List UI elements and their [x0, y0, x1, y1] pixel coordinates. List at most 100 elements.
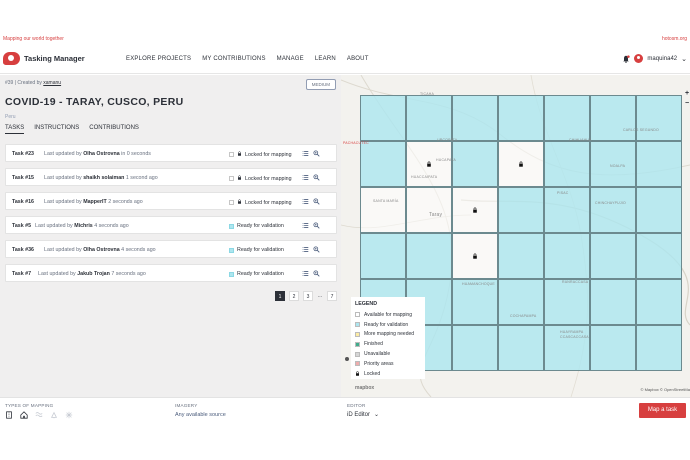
user-avatar[interactable] [634, 54, 644, 63]
task-cell[interactable] [544, 141, 590, 187]
zoom-to-task-icon[interactable] [313, 222, 320, 229]
task-cell[interactable] [406, 187, 452, 233]
roads-icon [6, 411, 12, 419]
username[interactable]: maquina42 [647, 56, 677, 62]
nav-explore-projects[interactable]: EXPLORE PROJECTS [126, 56, 191, 62]
task-cell[interactable] [544, 95, 590, 141]
task-user[interactable]: Jakub Trojan [77, 271, 110, 277]
task-cell[interactable] [406, 95, 452, 141]
hot-logo-icon [3, 52, 20, 65]
task-cell[interactable] [590, 279, 636, 325]
task-user[interactable]: shaikh solaiman [83, 175, 124, 181]
zoom-in-button[interactable]: + [685, 89, 690, 99]
task-cell[interactable] [590, 325, 636, 371]
editor-select[interactable]: iD Editor ⌄ [347, 411, 379, 419]
task-user[interactable]: Olha Ostrovna [83, 151, 120, 157]
map-legend: LEGEND Available for mapping Ready for va… [351, 297, 425, 379]
task-cell[interactable] [544, 233, 590, 279]
task-cell[interactable] [406, 233, 452, 279]
task-cell[interactable] [590, 233, 636, 279]
hotosm-link[interactable]: hotosm.org [662, 36, 687, 42]
author-link[interactable]: xamanu [43, 80, 61, 86]
task-cell[interactable] [498, 187, 544, 233]
zoom-out-button[interactable]: − [685, 99, 690, 109]
task-row[interactable]: Task #36 Last updated by Olha Ostrovna 4 … [5, 240, 337, 258]
list-icon[interactable] [302, 150, 309, 157]
task-row[interactable]: Task #7 Last updated by Jakub Trojan 7 se… [5, 264, 337, 282]
task-id[interactable]: Task #5 [12, 223, 31, 229]
task-id[interactable]: Task #15 [12, 175, 34, 181]
task-cell[interactable] [498, 279, 544, 325]
nav-about[interactable]: ABOUT [347, 56, 369, 62]
task-id[interactable]: Task #36 [12, 247, 34, 253]
task-status: Ready for validation [229, 247, 284, 253]
task-cell[interactable] [498, 325, 544, 371]
zoom-to-task-icon[interactable] [313, 246, 320, 253]
task-cell[interactable] [636, 325, 682, 371]
task-cell[interactable] [452, 325, 498, 371]
task-cell[interactable] [452, 187, 498, 233]
zoom-to-task-icon[interactable] [313, 270, 320, 277]
list-icon[interactable] [302, 270, 309, 277]
task-cell[interactable] [636, 279, 682, 325]
zoom-to-task-icon[interactable] [313, 198, 320, 205]
update-prefix: Last updated by [44, 247, 82, 253]
task-id[interactable]: Task #7 [12, 271, 31, 277]
task-cell[interactable] [360, 187, 406, 233]
task-row[interactable]: Task #5 Last updated by Michris 4 seconds… [5, 216, 337, 234]
nav-manage[interactable]: MANAGE [277, 56, 304, 62]
task-cell[interactable] [590, 187, 636, 233]
task-cell[interactable] [636, 187, 682, 233]
page-button[interactable]: 7 [327, 291, 337, 301]
task-cell[interactable] [636, 141, 682, 187]
page-button[interactable]: 3 [303, 291, 313, 301]
task-actions [302, 174, 320, 181]
task-cell[interactable] [498, 95, 544, 141]
chevron-down-icon[interactable]: ⌄ [681, 55, 687, 63]
tab-instructions[interactable]: INSTRUCTIONS [34, 125, 79, 134]
task-row[interactable]: Task #15 Last updated by shaikh solaiman … [5, 168, 337, 186]
page-button[interactable]: 1 [275, 291, 285, 301]
task-cell[interactable] [636, 233, 682, 279]
list-icon[interactable] [302, 246, 309, 253]
task-map[interactable]: TICAHA PACHACUTEC URCOPATA HUCAPATA CHIH… [341, 75, 690, 397]
logo[interactable]: Tasking Manager [3, 52, 85, 65]
legend-item: Ready for validation [355, 320, 421, 330]
list-icon[interactable] [302, 174, 309, 181]
task-user[interactable]: Olha Ostrovna [83, 247, 120, 253]
task-cell[interactable] [498, 141, 544, 187]
place-label: URCOPATA [437, 138, 458, 142]
task-cell[interactable] [452, 95, 498, 141]
legend-label: Priority areas [364, 360, 394, 367]
list-icon[interactable] [302, 198, 309, 205]
list-icon[interactable] [302, 222, 309, 229]
task-user[interactable]: MapperIT [83, 199, 107, 205]
zoom-to-task-icon[interactable] [313, 174, 320, 181]
task-cell[interactable] [406, 141, 452, 187]
map-a-task-button[interactable]: Map a task [639, 403, 686, 418]
task-user[interactable]: Michris [74, 223, 93, 229]
task-cell[interactable] [636, 95, 682, 141]
task-row[interactable]: Task #23 Last updated by Olha Ostrovna in… [5, 144, 337, 162]
task-cell[interactable] [452, 233, 498, 279]
task-actions [302, 150, 320, 157]
zoom-to-task-icon[interactable] [313, 150, 320, 157]
task-cell[interactable] [360, 233, 406, 279]
bell-icon[interactable] [622, 54, 631, 63]
tab-contributions[interactable]: CONTRIBUTIONS [89, 125, 139, 134]
task-cell[interactable] [360, 141, 406, 187]
legend-swatch [355, 361, 360, 367]
task-row[interactable]: Task #16 Last updated by MapperIT 2 secon… [5, 192, 337, 210]
map-attribution[interactable]: © Mapbox © OpenStreetMa [641, 387, 690, 392]
task-id[interactable]: Task #23 [12, 151, 34, 157]
task-cell[interactable] [544, 279, 590, 325]
tab-tasks[interactable]: TASKS [5, 125, 25, 134]
nav-learn[interactable]: LEARN [315, 56, 336, 62]
task-cell[interactable] [498, 233, 544, 279]
task-cell[interactable] [590, 95, 636, 141]
task-id[interactable]: Task #16 [12, 199, 34, 205]
task-cell[interactable] [452, 141, 498, 187]
task-cell[interactable] [360, 95, 406, 141]
nav-my-contributions[interactable]: MY CONTRIBUTIONS [202, 56, 265, 62]
page-button[interactable]: 2 [289, 291, 299, 301]
